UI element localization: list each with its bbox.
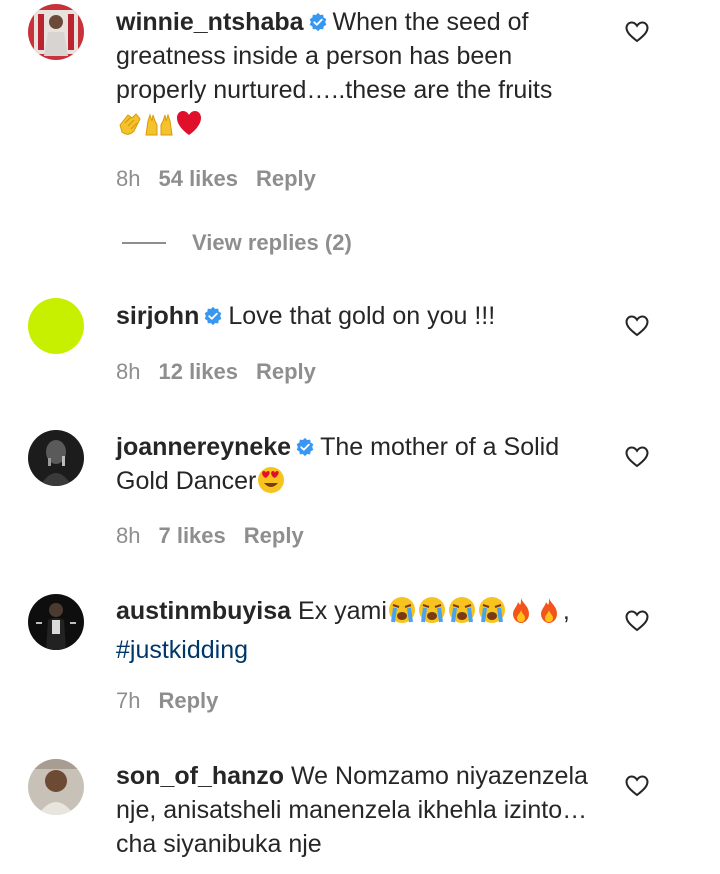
heart-eyes-emoji-icon — [256, 466, 286, 503]
verified-badge-icon — [296, 437, 314, 457]
fire-emoji-icon — [535, 596, 563, 633]
crying-face-emoji-icon — [477, 596, 507, 633]
comment-time: 8h — [116, 166, 141, 191]
heart-outline-icon[interactable] — [625, 21, 649, 43]
avatar[interactable] — [28, 4, 84, 60]
comment-body: joannereyneke The mother of a Solid Gold … — [116, 430, 608, 503]
comment-body: sirjohn Love that gold on you !!! — [116, 299, 608, 333]
comment-body: austinmbuyisa Ex yami, #justkidding — [116, 594, 608, 667]
red-heart-emoji-icon — [174, 109, 204, 146]
raising-hands-emoji-icon — [144, 111, 174, 146]
comment-likes[interactable]: 12 likes — [158, 359, 238, 384]
crying-face-emoji-icon — [447, 596, 477, 633]
heart-outline-icon[interactable] — [625, 610, 649, 632]
heart-outline-icon[interactable] — [625, 446, 649, 468]
comment-meta: 8h 7 likes Reply — [116, 522, 322, 550]
comment-username[interactable]: joannereyneke — [116, 433, 291, 461]
fire-emoji-icon — [507, 596, 535, 633]
crying-face-emoji-icon — [417, 596, 447, 633]
view-replies-button[interactable]: View replies (2) — [192, 229, 352, 257]
heart-outline-icon[interactable] — [625, 775, 649, 797]
avatar[interactable] — [28, 759, 84, 815]
reply-button[interactable]: Reply — [256, 359, 316, 384]
avatar[interactable] — [28, 430, 84, 486]
comment-body: winnie_ntshaba When the seed of greatness… — [116, 5, 608, 146]
comment-meta: 8h 12 likes Reply — [116, 358, 334, 386]
reply-button[interactable]: Reply — [244, 523, 304, 548]
comment-body: son_of_hanzo We Nomzamo niyazenzela nje,… — [116, 759, 608, 861]
clapping-hands-emoji-icon — [116, 111, 144, 146]
comment-likes[interactable]: 54 likes — [158, 166, 238, 191]
comment-text-suffix: , — [562, 597, 570, 625]
comment-text: Love that gold on you !!! — [228, 302, 496, 330]
comment-meta: 7h Reply — [116, 687, 236, 715]
comment-text: Ex yami — [298, 597, 387, 625]
comment-username[interactable]: winnie_ntshaba — [116, 8, 304, 36]
comment-username[interactable]: son_of_hanzo — [116, 762, 284, 790]
heart-outline-icon[interactable] — [625, 315, 649, 337]
avatar[interactable] — [28, 594, 84, 650]
verified-badge-icon — [309, 12, 326, 32]
comment-username[interactable]: austinmbuyisa — [116, 597, 291, 625]
reply-button[interactable]: Reply — [158, 688, 218, 713]
comment-time: 8h — [116, 523, 141, 548]
crying-face-emoji-icon — [387, 596, 417, 633]
hashtag-link[interactable]: #justkidding — [116, 636, 248, 664]
comment-time: 7h — [116, 688, 141, 713]
avatar[interactable] — [28, 298, 84, 354]
reply-button[interactable]: Reply — [256, 166, 316, 191]
comment-time: 8h — [116, 359, 141, 384]
verified-badge-icon — [205, 306, 222, 326]
comment-username[interactable]: sirjohn — [116, 302, 199, 330]
comment-meta: 8h 54 likes Reply — [116, 165, 334, 193]
comment-likes[interactable]: 7 likes — [158, 523, 225, 548]
replies-divider — [122, 242, 166, 244]
